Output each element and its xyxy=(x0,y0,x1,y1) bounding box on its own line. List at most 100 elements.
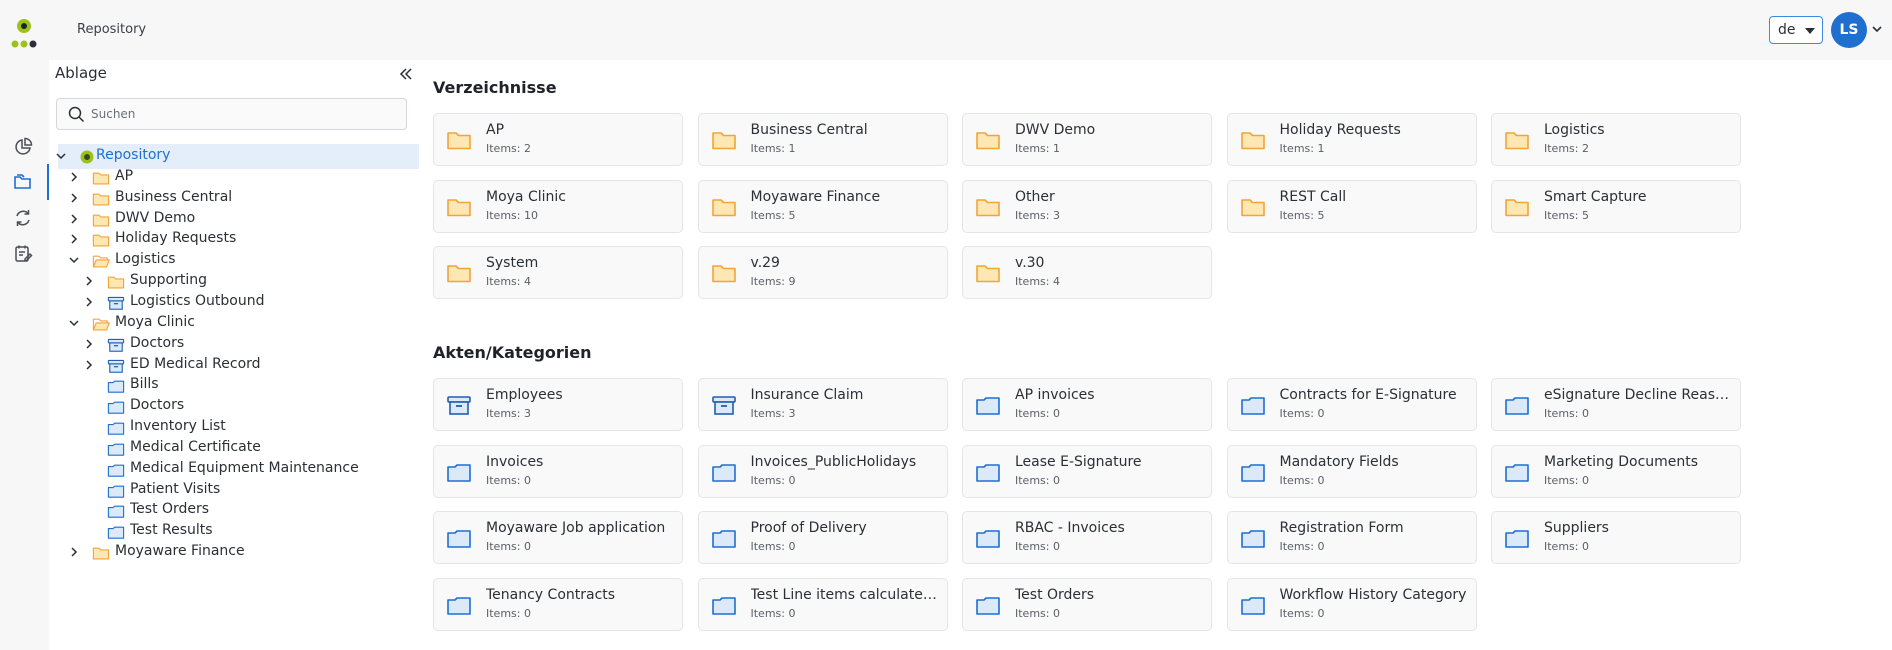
card-item-count: Items: 0 xyxy=(486,606,531,620)
app-logo-icon[interactable] xyxy=(10,18,38,50)
tree-item-label: Inventory List xyxy=(130,418,226,435)
chevron-right-icon[interactable] xyxy=(68,171,80,183)
chevron-right-icon[interactable] xyxy=(68,213,80,225)
category-folder-icon xyxy=(711,530,736,548)
chevron-down-icon[interactable] xyxy=(68,254,80,266)
category-folder-icon xyxy=(107,464,125,477)
tree-item-label: DWV Demo xyxy=(115,209,196,226)
category-folder-icon xyxy=(107,526,125,540)
directory-card[interactable]: System Items: 4 xyxy=(433,246,683,299)
tree-item-label: ED Medical Record xyxy=(130,355,261,372)
chevron-right-icon[interactable] xyxy=(68,192,80,204)
chevron-right-icon[interactable] xyxy=(83,296,95,308)
avatar[interactable]: LS xyxy=(1831,12,1867,48)
folder-icon xyxy=(107,276,125,289)
category-card[interactable]: Insurance Claim Items: 3 xyxy=(697,378,948,431)
tree-item[interactable]: Moyaware Finance xyxy=(49,540,419,565)
directory-card[interactable]: Smart Capture Items: 5 xyxy=(1491,179,1741,233)
chevron-right-icon[interactable] xyxy=(68,233,80,245)
collapse-sidebar-icon[interactable] xyxy=(398,66,414,82)
chevron-right-icon[interactable] xyxy=(83,359,95,371)
category-card[interactable]: AP invoices Items: 0 xyxy=(962,378,1212,431)
category-card[interactable]: Workflow History Category Items: 0 xyxy=(1226,577,1477,631)
chevron-right-icon[interactable] xyxy=(83,338,95,350)
category-card[interactable]: eSignature Decline Reason... Items: 0 xyxy=(1491,378,1741,431)
card-item-count: Items: 0 xyxy=(1544,540,1589,553)
card-name: System xyxy=(486,255,539,271)
category-folder-icon xyxy=(976,463,1000,482)
category-card[interactable]: Proof of Delivery Items: 0 xyxy=(697,511,948,564)
category-folder-icon xyxy=(1505,397,1529,415)
category-folder-icon xyxy=(107,422,125,435)
sidebar-title: Ablage xyxy=(55,64,107,82)
card-item-count: Items: 4 xyxy=(486,275,531,288)
chevron-right-icon[interactable] xyxy=(68,546,80,558)
rail-tasks-button[interactable] xyxy=(10,241,36,267)
category-card[interactable]: Moyaware Job application Items: 0 xyxy=(433,511,683,564)
directory-card[interactable]: Business Central Items: 1 xyxy=(697,113,948,166)
card-item-count: Items: 1 xyxy=(1015,142,1060,155)
folder-icon xyxy=(711,265,736,283)
chevron-down-icon[interactable] xyxy=(68,317,80,329)
card-name: Employees xyxy=(486,387,563,403)
category-card[interactable]: Mandatory Fields Items: 0 xyxy=(1226,444,1477,498)
category-card[interactable]: Invoices Items: 0 xyxy=(433,444,683,498)
category-card[interactable]: Marketing Documents Items: 0 xyxy=(1491,444,1741,498)
directory-card[interactable]: Moya Clinic Items: 10 xyxy=(433,179,683,233)
tree-item-label: Repository xyxy=(96,147,171,163)
tree-item-label: Logistics xyxy=(115,251,176,268)
archive-icon xyxy=(711,396,736,415)
category-folder-icon xyxy=(447,530,471,548)
card-name: v.30 xyxy=(1015,255,1045,271)
category-card[interactable]: Test Orders Items: 0 xyxy=(962,577,1212,631)
card-item-count: Items: 0 xyxy=(1015,473,1060,487)
directory-card[interactable]: Logistics Items: 2 xyxy=(1491,113,1741,166)
rail-dashboard-button[interactable] xyxy=(10,134,36,160)
directory-card[interactable]: DWV Demo Items: 1 xyxy=(962,113,1212,166)
category-card[interactable]: Lease E-Signature Items: 0 xyxy=(962,444,1212,498)
category-folder-icon xyxy=(107,506,125,519)
search-input[interactable] xyxy=(91,107,391,121)
category-card[interactable]: Registration Form Items: 0 xyxy=(1226,511,1477,564)
tree-item-label: Doctors xyxy=(130,334,185,351)
folder-icon xyxy=(92,234,110,247)
category-card[interactable]: RBAC - Invoices Items: 0 xyxy=(962,511,1212,564)
category-card[interactable]: Test Line items calculated ... Items: 0 xyxy=(697,577,948,631)
card-name: Business Central xyxy=(750,122,868,138)
card-item-count: Items: 0 xyxy=(1015,540,1060,553)
category-folder-icon xyxy=(447,596,471,615)
card-item-count: Items: 0 xyxy=(1279,540,1325,553)
dashboard-icon xyxy=(15,137,33,155)
category-card[interactable]: Contracts for E-Signature Items: 0 xyxy=(1226,378,1477,431)
rail-refresh-button[interactable] xyxy=(10,205,36,231)
folder-icon xyxy=(92,547,110,560)
folder-open-icon xyxy=(92,318,110,331)
card-name: Contracts for E-Signature xyxy=(1279,387,1457,403)
card-name: Mandatory Fields xyxy=(1279,453,1399,470)
directory-card[interactable]: v.29 Items: 9 xyxy=(697,246,948,299)
rail-folders-button[interactable] xyxy=(10,169,36,195)
folder-open-icon xyxy=(92,255,110,268)
folder-icon xyxy=(976,198,1000,216)
category-card[interactable]: Suppliers Items: 0 xyxy=(1491,511,1741,564)
directory-card[interactable]: v.30 Items: 4 xyxy=(962,246,1212,299)
chevron-down-icon[interactable] xyxy=(1871,23,1883,35)
breadcrumb[interactable]: Repository xyxy=(77,22,146,37)
chevron-down-icon[interactable] xyxy=(55,150,67,162)
card-name: Invoices xyxy=(486,453,544,470)
category-card[interactable]: Tenancy Contracts Items: 0 xyxy=(433,577,683,631)
category-card[interactable]: Employees Items: 3 xyxy=(433,378,683,431)
directory-card[interactable]: REST Call Items: 5 xyxy=(1226,179,1477,233)
language-select[interactable]: de xyxy=(1769,16,1823,44)
directory-card[interactable]: Moyaware Finance Items: 5 xyxy=(697,179,948,233)
directory-card[interactable]: AP Items: 2 xyxy=(433,113,683,166)
directory-card[interactable]: Holiday Requests Items: 1 xyxy=(1226,113,1477,166)
search-box[interactable] xyxy=(56,98,407,130)
task-list-icon xyxy=(15,245,33,262)
folder-icon xyxy=(92,214,110,226)
app-rail xyxy=(0,0,49,650)
card-name: REST Call xyxy=(1279,188,1347,205)
chevron-right-icon[interactable] xyxy=(83,275,95,287)
directory-card[interactable]: Other Items: 3 xyxy=(962,179,1212,233)
category-card[interactable]: Invoices_PublicHolidays Items: 0 xyxy=(697,444,948,498)
